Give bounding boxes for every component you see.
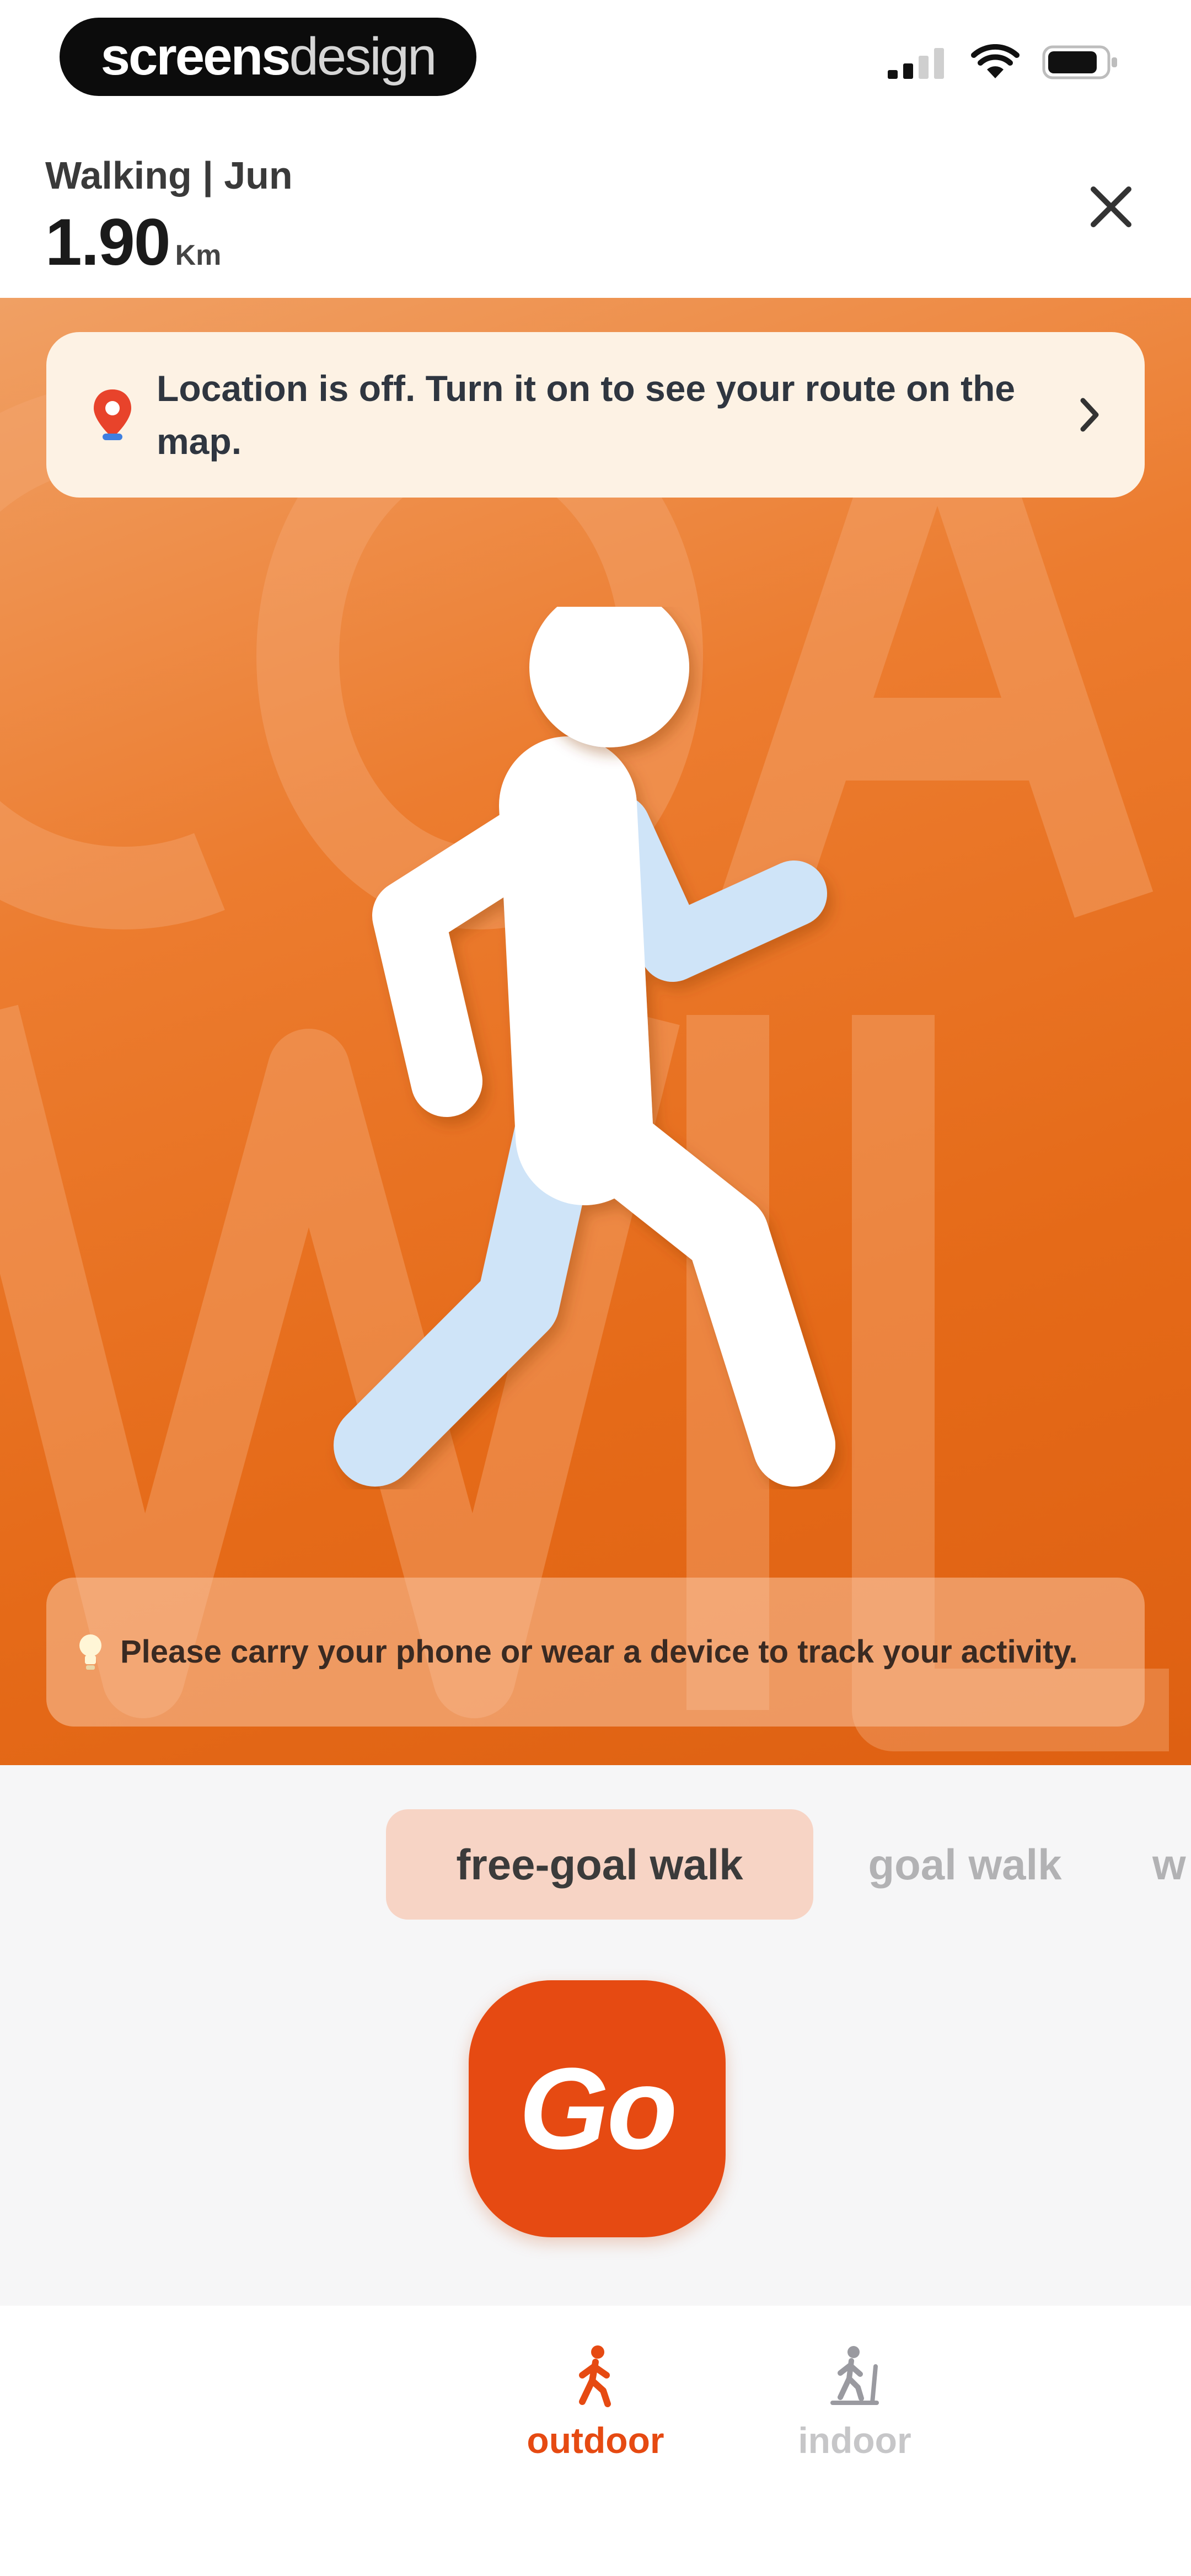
device-tip-text: Please carry your phone or wear a device… [120,1634,1078,1670]
hero-panel: Location is off. Turn it on to see your … [0,298,1191,1765]
battery-icon [1042,45,1117,79]
device-tip-banner: Please carry your phone or wear a device… [46,1578,1145,1727]
distance-value: 1.90 [45,205,171,279]
walk-mode-section: free-goal walk goal walk w Go [0,1765,1191,2306]
cellular-signal-icon [888,48,944,79]
nav-label-outdoor: outdoor [527,2420,664,2461]
walking-person-icon [334,607,835,1487]
brand-watermark: screens design [60,18,476,96]
chevron-right-icon [1080,398,1099,432]
location-banner-text: Location is off. Turn it on to see your … [157,368,1016,462]
brand-text-bold: screens [100,27,291,86]
nav-label-indoor: indoor [798,2420,911,2461]
goal-tabs: free-goal walk goal walk w [0,1809,1191,1920]
brand-text-light: design [289,27,437,86]
tab-goal-walk[interactable]: goal walk [838,1809,1092,1920]
location-pin-icon [94,389,131,440]
wifi-icon [971,44,1020,78]
go-button[interactable]: Go [469,1980,726,2237]
close-button[interactable] [1081,177,1141,237]
distance-readout: 1.90 Km [45,204,221,280]
walking-screen: screens design Walking | Jun 1.90 Km Loc… [0,0,1191,2576]
activity-header: Walking | Jun 1.90 Km [0,127,1191,298]
indoor-treadmill-icon [830,2346,879,2405]
nav-item-outdoor[interactable]: outdoor [513,2344,678,2461]
close-icon [1091,186,1131,227]
distance-unit: Km [175,239,222,271]
lightbulb-icon [79,1634,101,1670]
bottom-nav: outdoor indoor [0,2306,1191,2576]
nav-item-indoor[interactable]: indoor [772,2344,937,2461]
outdoor-walker-icon [579,2345,611,2407]
tab-free-goal-walk[interactable]: free-goal walk [386,1809,813,1920]
status-icons [888,44,1119,81]
location-off-banner[interactable]: Location is off. Turn it on to see your … [46,332,1145,498]
status-bar: screens design [0,0,1191,127]
activity-label: Walking | Jun [45,154,293,197]
tab-partial-next[interactable]: w [1152,1809,1191,1920]
